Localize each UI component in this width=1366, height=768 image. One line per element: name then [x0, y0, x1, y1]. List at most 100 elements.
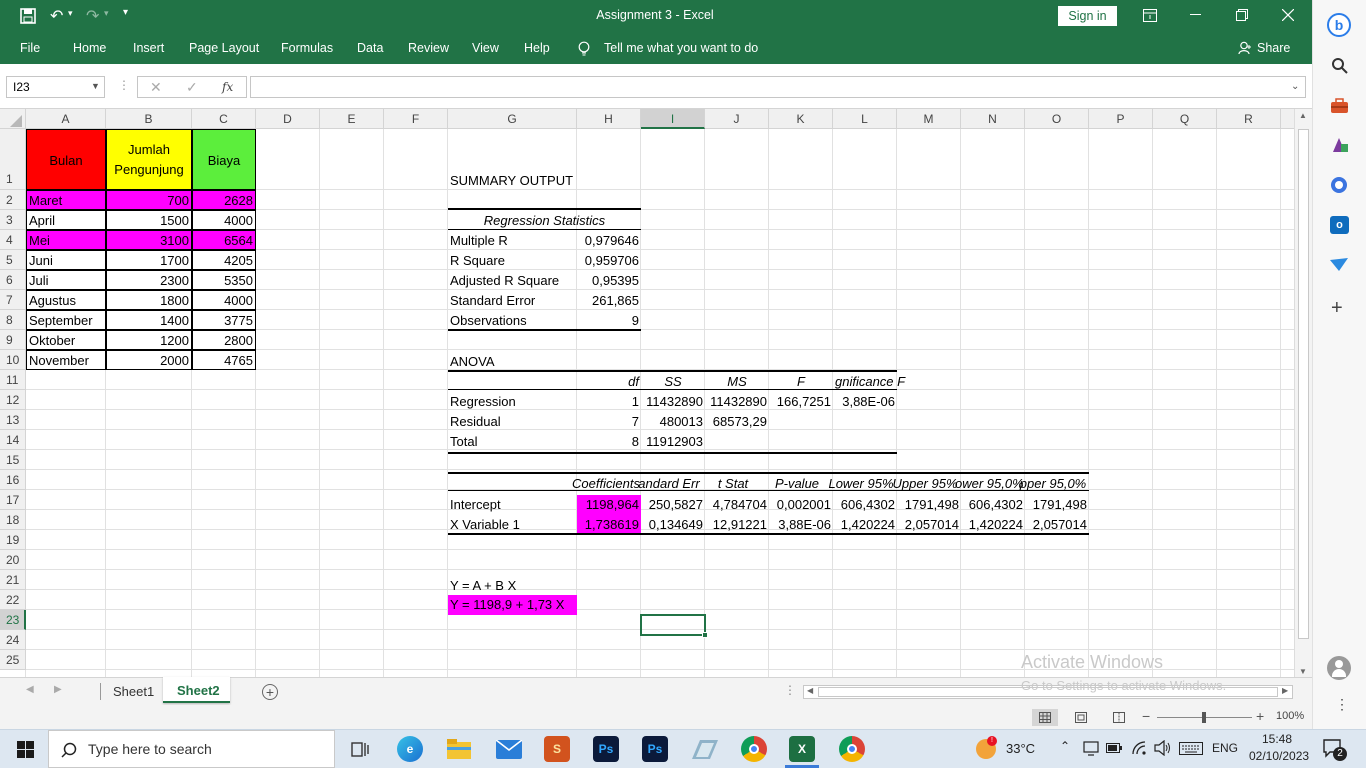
- row-header-7[interactable]: 7: [0, 290, 26, 310]
- data-cell-bulan[interactable]: September: [26, 310, 106, 330]
- keyboard-icon[interactable]: [1179, 742, 1203, 755]
- tab-file[interactable]: File: [20, 41, 40, 55]
- coefficients-row-label[interactable]: X Variable 1: [448, 515, 577, 534]
- data-cell-pengunjung[interactable]: 2000: [106, 350, 192, 370]
- coefficient-value[interactable]: 1198,964: [577, 495, 641, 515]
- column-header-n[interactable]: N: [961, 109, 1025, 129]
- column-header-h[interactable]: H: [577, 109, 641, 129]
- tab-home[interactable]: Home: [73, 41, 106, 55]
- data-cell-biaya[interactable]: 6564: [192, 230, 256, 250]
- battery-icon[interactable]: [1106, 743, 1122, 753]
- clock-time[interactable]: 15:48: [1262, 732, 1292, 746]
- name-box[interactable]: I23 ▼: [6, 76, 105, 98]
- row-header-10[interactable]: 10: [0, 350, 26, 370]
- equation-general[interactable]: Y = A + B X: [448, 576, 577, 595]
- column-header-c[interactable]: C: [192, 109, 256, 129]
- add-sheet-icon[interactable]: +: [262, 684, 278, 700]
- column-header-l[interactable]: L: [833, 109, 897, 129]
- column-header-d[interactable]: D: [256, 109, 320, 129]
- anova-row-label[interactable]: Residual: [448, 412, 577, 431]
- fill-handle[interactable]: [702, 632, 708, 638]
- weather-temperature[interactable]: 33°C: [1006, 741, 1035, 756]
- data-cell-bulan[interactable]: Agustus: [26, 290, 106, 310]
- equation-result[interactable]: Y = 1198,9 + 1,73 X: [448, 595, 577, 615]
- scroll-down-icon[interactable]: ▼: [1299, 667, 1307, 676]
- weather-icon[interactable]: !: [976, 736, 997, 759]
- scroll-up-icon[interactable]: ▲: [1299, 111, 1307, 120]
- tab-review[interactable]: Review: [408, 41, 449, 55]
- column-header-a[interactable]: A: [26, 109, 106, 129]
- network-icon[interactable]: [1083, 741, 1099, 756]
- regression-statistics-heading[interactable]: Regression Statistics: [448, 211, 641, 230]
- chrome-icon[interactable]: [839, 736, 865, 762]
- column-header-o[interactable]: O: [1025, 109, 1089, 129]
- anova-value[interactable]: 11432890: [705, 392, 769, 411]
- volume-icon[interactable]: [1154, 740, 1172, 756]
- coefficients-value[interactable]: 606,4302: [833, 495, 897, 515]
- search-icon[interactable]: [1331, 57, 1348, 74]
- data-cell-bulan[interactable]: April: [26, 210, 106, 230]
- data-cell-bulan[interactable]: Mei: [26, 230, 106, 250]
- coefficient-value[interactable]: 1,738619: [577, 515, 641, 535]
- header-jumlah-pengunjung[interactable]: Jumlah Pengunjung: [106, 129, 192, 190]
- enter-icon[interactable]: ✓: [186, 79, 198, 96]
- coefficients-value[interactable]: 2,057014: [897, 515, 961, 535]
- coefficients-value[interactable]: 4,784704: [705, 495, 769, 515]
- send-icon[interactable]: [1329, 258, 1349, 272]
- data-cell-pengunjung[interactable]: 700: [106, 190, 192, 210]
- header-bulan[interactable]: Bulan: [26, 129, 106, 190]
- sheet-tab-sheet2[interactable]: Sheet2: [163, 677, 230, 703]
- undo-dropdown-icon[interactable]: ▾: [68, 8, 73, 19]
- tools-icon[interactable]: [1330, 98, 1349, 114]
- column-header-k[interactable]: K: [769, 109, 833, 129]
- edge-taskbar-icon[interactable]: e: [397, 736, 423, 762]
- notes-app-icon[interactable]: [692, 740, 718, 759]
- tab-help[interactable]: Help: [524, 41, 550, 55]
- expand-formula-bar-icon[interactable]: ⌄: [1291, 81, 1299, 92]
- anova-row-label[interactable]: Total: [448, 432, 577, 451]
- photoshop-icon-2[interactable]: Ps: [642, 736, 668, 762]
- column-header-j[interactable]: J: [705, 109, 769, 129]
- input-language[interactable]: ENG: [1212, 741, 1238, 755]
- coefficients-value[interactable]: 250,5827: [641, 495, 705, 515]
- sign-in-button[interactable]: Sign in: [1058, 6, 1117, 26]
- zoom-out-button[interactable]: −: [1142, 708, 1150, 724]
- page-break-preview-icon[interactable]: [1113, 712, 1125, 723]
- data-cell-biaya[interactable]: 4000: [192, 210, 256, 230]
- data-cell-biaya[interactable]: 2628: [192, 190, 256, 210]
- tab-insert[interactable]: Insert: [133, 41, 164, 55]
- file-explorer-icon[interactable]: [447, 739, 471, 760]
- select-all-corner[interactable]: [0, 109, 26, 129]
- anova-value[interactable]: 1: [577, 392, 641, 411]
- vertical-scroll-thumb[interactable]: [1298, 129, 1309, 639]
- page-layout-view-icon[interactable]: [1075, 712, 1087, 723]
- coefficients-value[interactable]: 1,420224: [833, 515, 897, 535]
- sublime-text-icon[interactable]: S: [544, 736, 570, 762]
- wifi-icon[interactable]: [1131, 740, 1147, 756]
- data-cell-biaya[interactable]: 3775: [192, 310, 256, 330]
- coefficients-value[interactable]: 0,134649: [641, 515, 705, 535]
- profile-avatar[interactable]: [1327, 656, 1351, 680]
- cancel-icon[interactable]: ✕: [150, 79, 162, 96]
- coefficients-value[interactable]: 2,057014: [1025, 515, 1089, 535]
- copilot-icon[interactable]: [1330, 176, 1348, 194]
- data-cell-bulan[interactable]: Juli: [26, 270, 106, 290]
- row-header-19[interactable]: 19: [0, 530, 26, 550]
- anova-value[interactable]: 11912903: [641, 432, 705, 451]
- customize-toolbar-icon[interactable]: ▾: [123, 7, 128, 18]
- row-header-11[interactable]: 11: [0, 370, 26, 390]
- anova-value[interactable]: 7: [577, 412, 641, 431]
- data-cell-biaya[interactable]: 2800: [192, 330, 256, 350]
- data-cell-pengunjung[interactable]: 1400: [106, 310, 192, 330]
- anova-value[interactable]: 11432890: [641, 392, 705, 411]
- data-cell-bulan[interactable]: Maret: [26, 190, 106, 210]
- regstat-value[interactable]: 0,959706: [577, 251, 641, 270]
- coefficients-value[interactable]: 1791,498: [1025, 495, 1089, 515]
- regstat-value[interactable]: 0,979646: [577, 231, 641, 250]
- data-cell-bulan[interactable]: November: [26, 350, 106, 370]
- data-cell-biaya[interactable]: 4205: [192, 250, 256, 270]
- zoom-in-button[interactable]: +: [1256, 708, 1264, 724]
- column-header-f[interactable]: F: [384, 109, 448, 129]
- insert-function-icon[interactable]: fx: [222, 80, 233, 94]
- data-cell-pengunjung[interactable]: 1500: [106, 210, 192, 230]
